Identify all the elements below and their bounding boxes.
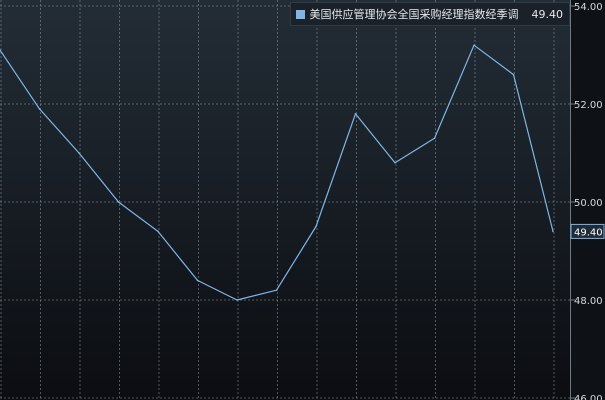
data-point <box>117 201 120 203</box>
y-tick-label: 46.00 <box>574 394 603 400</box>
last-value-label-group: 49.40 <box>570 223 605 239</box>
plot-background <box>0 0 570 400</box>
data-point <box>196 279 199 282</box>
data-point <box>512 73 515 76</box>
legend-series-name: 美国供应管理协会全国采购经理指数经季调 <box>309 8 519 21</box>
data-point <box>354 113 357 115</box>
y-tick-label: 52.00 <box>574 100 603 111</box>
legend: 美国供应管理协会全国采购经理指数经季调 49.40 <box>289 2 570 26</box>
last-value-label: 49.40 <box>574 227 603 238</box>
y-tick-label: 54.00 <box>574 2 603 13</box>
data-point <box>78 152 80 154</box>
chart-container: 46.00 48.00 50.00 52.00 54.00 49.40 美国供应管理协会… <box>0 0 605 400</box>
data-point <box>433 137 436 140</box>
data-point <box>38 108 41 110</box>
data-point <box>473 44 475 46</box>
data-point <box>315 225 317 228</box>
data-point <box>157 230 159 233</box>
legend-series-value: 49.40 <box>531 7 564 21</box>
data-point <box>552 230 554 233</box>
data-point <box>275 289 278 292</box>
y-tick-label: 50.00 <box>574 198 603 209</box>
data-point <box>394 162 396 164</box>
line-chart: 46.00 48.00 50.00 52.00 54.00 49.40 <box>0 0 605 400</box>
data-point <box>236 299 238 301</box>
y-tick-label: 48.00 <box>574 296 603 307</box>
legend-swatch <box>295 9 305 19</box>
